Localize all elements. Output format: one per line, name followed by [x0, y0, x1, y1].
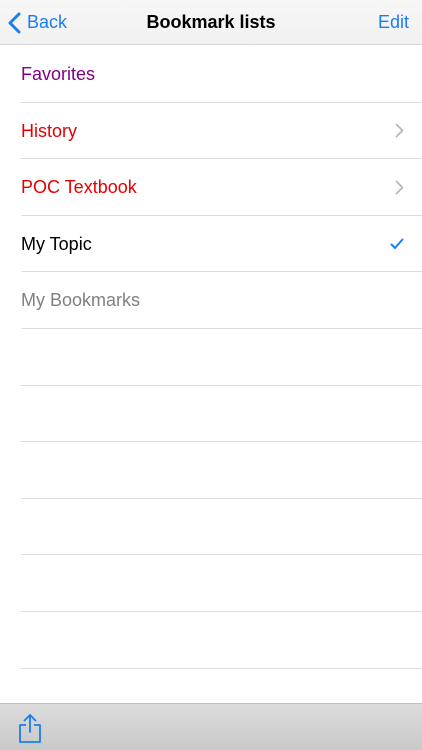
empty-list-row [0, 499, 422, 556]
empty-list-row [0, 442, 422, 499]
back-button-label: Back [27, 12, 68, 32]
bookmark-list: Favorites History POC Textbook My Topic … [0, 46, 422, 669]
list-item-my-topic[interactable]: My Topic [0, 216, 422, 273]
empty-list-row [0, 612, 422, 669]
list-item-label: My Bookmarks [21, 290, 141, 311]
share-button[interactable] [16, 712, 44, 744]
list-item-label: History [21, 120, 78, 141]
navigation-bar: Back Bookmark lists Edit [0, 0, 422, 45]
list-item-label: Favorites [21, 64, 96, 84]
chevron-right-icon [395, 103, 404, 159]
bookmark-lists-screen: Back Bookmark lists Edit Favorites Histo… [0, 0, 422, 750]
chevron-right-icon [395, 159, 404, 215]
list-item-history[interactable]: History [0, 103, 422, 160]
chevron-left-icon [8, 12, 21, 34]
list-item-label: My Topic [21, 233, 92, 254]
share-icon [16, 712, 44, 744]
checkmark-icon [390, 216, 404, 272]
empty-list-row [0, 555, 422, 612]
bottom-toolbar [0, 703, 422, 750]
empty-list-row [0, 329, 422, 386]
list-item-my-bookmarks[interactable]: My Bookmarks [0, 272, 422, 329]
list-item-poc-textbook[interactable]: POC Textbook [0, 159, 422, 216]
back-button[interactable]: Back [8, 0, 67, 45]
list-item-label: POC Textbook [21, 177, 137, 198]
empty-list-row [0, 386, 422, 443]
list-item-favorites[interactable]: Favorites [0, 46, 422, 103]
edit-button[interactable]: Edit [378, 0, 409, 45]
